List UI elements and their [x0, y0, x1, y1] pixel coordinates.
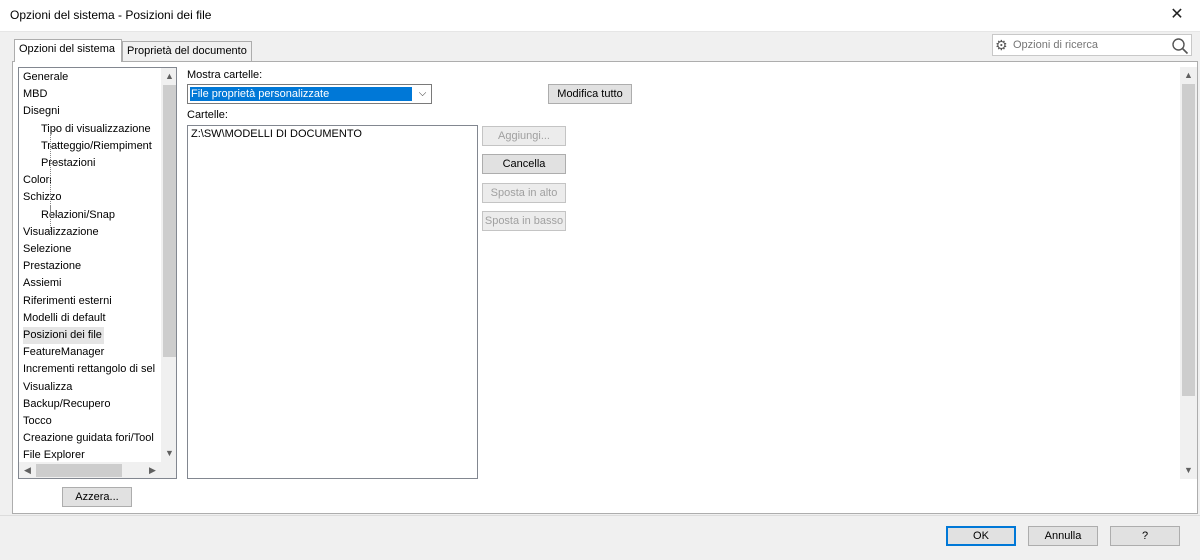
- dialog-footer: [0, 515, 1200, 560]
- tree-guide: [50, 163, 58, 164]
- add-button[interactable]: Aggiungi...: [482, 126, 566, 146]
- show-folders-label: Mostra cartelle:: [187, 69, 263, 81]
- search-icon[interactable]: [1171, 37, 1189, 55]
- tree-item[interactable]: Prestazione: [23, 258, 81, 275]
- edit-all-button[interactable]: Modifica tutto: [548, 84, 632, 104]
- scroll-thumb[interactable]: [163, 85, 176, 357]
- scroll-down-icon[interactable]: ▼: [1180, 462, 1197, 479]
- search-box: ⚙: [992, 34, 1192, 56]
- tree-item[interactable]: Colori: [23, 172, 52, 189]
- tree-item[interactable]: Backup/Recupero: [23, 396, 110, 413]
- scroll-down-icon[interactable]: ▼: [161, 445, 176, 462]
- tree-item[interactable]: Assiemi: [23, 275, 62, 292]
- tree-item[interactable]: Schizzo: [23, 189, 62, 206]
- tree-item[interactable]: Visualizzazione: [23, 224, 99, 241]
- tree-item[interactable]: Disegni: [23, 103, 60, 120]
- scroll-up-icon[interactable]: ▲: [161, 68, 176, 85]
- help-button[interactable]: ?: [1110, 526, 1180, 546]
- tree-item[interactable]: Creazione guidata fori/Tool: [23, 430, 154, 447]
- move-up-button[interactable]: Sposta in alto: [482, 183, 566, 203]
- tab-system-options[interactable]: Opzioni del sistema: [14, 39, 122, 62]
- tree-item[interactable]: Selezione: [23, 241, 71, 258]
- delete-button[interactable]: Cancella: [482, 154, 566, 174]
- show-folders-dropdown[interactable]: File proprietà personalizzate ⌵: [187, 84, 432, 104]
- scroll-thumb[interactable]: [1182, 84, 1195, 396]
- list-item[interactable]: Z:\SW\MODELLI DI DOCUMENTO: [191, 128, 362, 140]
- tree-item[interactable]: MBD: [23, 86, 47, 103]
- cancel-button[interactable]: Annulla: [1028, 526, 1098, 546]
- tree-vertical-scrollbar[interactable]: ▲ ▼: [161, 68, 176, 462]
- show-folders-value: File proprietà personalizzate: [190, 87, 412, 101]
- close-icon[interactable]: ✕: [1163, 2, 1191, 28]
- main-vertical-scrollbar[interactable]: ▲ ▼: [1180, 67, 1197, 479]
- tree-guide: [50, 146, 58, 147]
- ok-button[interactable]: OK: [946, 526, 1016, 546]
- tree-item[interactable]: Posizioni dei file: [23, 327, 104, 344]
- title-bar: Opzioni del sistema - Posizioni dei file…: [0, 0, 1200, 32]
- tree-guide: [50, 129, 58, 130]
- tree-item[interactable]: FeatureManager: [23, 344, 104, 361]
- search-input[interactable]: [1013, 37, 1163, 53]
- reset-button[interactable]: Azzera...: [62, 487, 132, 507]
- folders-list[interactable]: Z:\SW\MODELLI DI DOCUMENTO: [187, 125, 478, 479]
- folders-label: Cartelle:: [187, 109, 228, 121]
- window-title: Opzioni del sistema - Posizioni dei file: [10, 8, 212, 22]
- scroll-left-icon[interactable]: ◀: [19, 462, 36, 478]
- tree-horizontal-scrollbar[interactable]: ◀ ▶: [19, 462, 161, 478]
- scrollbar-corner: [161, 462, 176, 478]
- gear-icon[interactable]: ⚙: [995, 36, 1011, 54]
- chevron-down-icon[interactable]: ⌵: [414, 85, 431, 103]
- tree-item[interactable]: Riferimenti esterni: [23, 293, 112, 310]
- tree-item[interactable]: Visualizza: [23, 379, 72, 396]
- move-down-button[interactable]: Sposta in basso: [482, 211, 566, 231]
- scroll-up-icon[interactable]: ▲: [1180, 67, 1197, 84]
- tree-guide: [50, 205, 51, 215]
- tree-item[interactable]: Incrementi rettangolo di sel: [23, 361, 155, 378]
- scroll-thumb[interactable]: [36, 464, 122, 477]
- tree-guide: [50, 215, 58, 216]
- tree-item[interactable]: Generale: [23, 69, 68, 86]
- tab-document-properties[interactable]: Proprietà del documento: [122, 41, 252, 61]
- tree-item[interactable]: Tocco: [23, 413, 52, 430]
- scroll-right-icon[interactable]: ▶: [144, 462, 161, 478]
- tree-guide: [50, 129, 51, 232]
- options-tree: Generale MBD Disegni Tipo di visualizzazion…: [18, 67, 177, 479]
- tree-item[interactable]: Modelli di default: [23, 310, 106, 327]
